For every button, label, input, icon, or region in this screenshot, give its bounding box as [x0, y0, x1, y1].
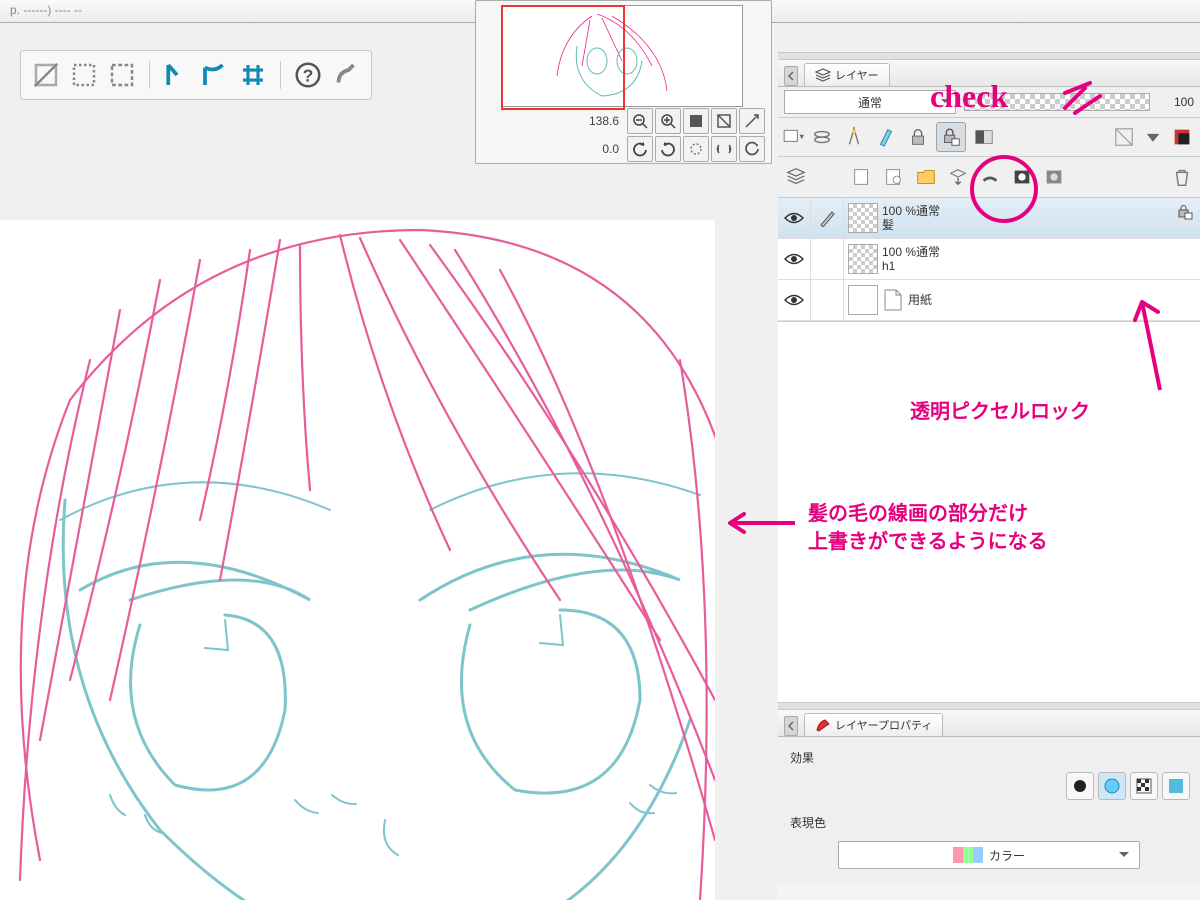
merge-down-button[interactable] — [976, 163, 1004, 191]
panel-grip[interactable] — [778, 702, 1200, 710]
rendering-label: 表現色 — [790, 814, 1190, 831]
layer-row-paper[interactable]: 用紙 — [778, 280, 1200, 321]
collapse-handle-icon[interactable] — [784, 66, 798, 86]
rotate-reset-button[interactable] — [683, 136, 709, 162]
tab-layer-property[interactable]: レイヤープロパティ — [804, 713, 943, 736]
new-vector-layer-button[interactable] — [880, 163, 908, 191]
new-folder-button[interactable] — [912, 163, 940, 191]
right-panel: レイヤー 通常 100 — [778, 52, 1200, 900]
panel-tab-row: レイヤー — [778, 60, 1200, 87]
property-tab-row: レイヤープロパティ — [778, 710, 1200, 737]
pattern-effect-button[interactable] — [1130, 772, 1158, 800]
navigator-panel: 138.6 0.0 — [475, 0, 772, 164]
layer-text: 100 %通常 髪 — [882, 204, 1200, 233]
grid-off-icon[interactable] — [31, 60, 61, 90]
visibility-toggle[interactable] — [778, 239, 811, 279]
canvas[interactable] — [0, 220, 715, 900]
top-toolbar: ? — [20, 50, 372, 100]
ruler-dropdown-icon[interactable] — [1142, 126, 1164, 148]
lock-transparent-pixels-button[interactable] — [936, 122, 966, 152]
brush-icon — [815, 718, 831, 732]
layer-row-h1[interactable]: 100 %通常 h1 — [778, 239, 1200, 280]
property-body: 効果 表現色 カラー — [778, 737, 1200, 883]
layers-icon — [815, 68, 831, 82]
navigator-viewport-frame[interactable] — [501, 5, 625, 110]
help-icon[interactable]: ? — [293, 60, 323, 90]
opacity-slider[interactable] — [964, 93, 1150, 111]
layer-list-empty-area[interactable] — [778, 322, 1200, 702]
snap-grid-icon[interactable] — [238, 60, 268, 90]
pen-slot[interactable] — [811, 280, 844, 320]
visibility-toggle[interactable] — [778, 198, 811, 238]
actual-size-button[interactable] — [739, 108, 765, 134]
rotation-value: 0.0 — [559, 142, 625, 156]
palette-dropdown-icon[interactable] — [782, 126, 804, 148]
layer-text: 用紙 — [904, 293, 1200, 307]
fit-screen-button[interactable] — [683, 108, 709, 134]
layer-thumbnail[interactable] — [848, 244, 878, 274]
zoom-in-button[interactable] — [655, 108, 681, 134]
delete-layer-button[interactable] — [1168, 163, 1196, 191]
grid-dashed-icon[interactable] — [107, 60, 137, 90]
tab-layer-label: レイヤー — [835, 67, 879, 83]
lock-layer-icon[interactable] — [904, 123, 932, 151]
active-layer-pen-icon[interactable] — [811, 198, 844, 238]
snap-parallel-icon[interactable] — [162, 60, 192, 90]
visibility-toggle[interactable] — [778, 280, 811, 320]
effect-label: 効果 — [790, 749, 1190, 766]
new-raster-layer-button[interactable] — [848, 163, 876, 191]
layers-stack-icon[interactable] — [782, 163, 810, 191]
grid-dots-icon[interactable] — [69, 60, 99, 90]
tone-effect-button[interactable] — [1098, 772, 1126, 800]
lock-indicator-icon — [1176, 202, 1194, 223]
rotate-right-button[interactable] — [655, 136, 681, 162]
layer-color-effect-button[interactable] — [1162, 772, 1190, 800]
navigator-thumbnail[interactable] — [501, 5, 743, 107]
blend-mode-row: 通常 100 — [778, 87, 1200, 118]
layer-thumbnail[interactable] — [848, 285, 878, 315]
rotate-left-button[interactable] — [627, 136, 653, 162]
layer-thumbnail[interactable] — [848, 203, 878, 233]
layer-color-icon[interactable] — [1168, 123, 1196, 151]
layer-list: 100 %通常 髪 100 %通常 h1 用紙 — [778, 198, 1200, 322]
pen-slot[interactable] — [811, 239, 844, 279]
ruler-visible-icon[interactable] — [1110, 123, 1138, 151]
enable-mask-icon[interactable] — [970, 123, 998, 151]
svg-text:?: ? — [303, 65, 314, 85]
collapse-handle-icon[interactable] — [784, 716, 798, 736]
paper-icon — [882, 287, 904, 313]
title-fragment: p. ------) ---- -- — [10, 3, 82, 17]
layer-text: 100 %通常 h1 — [882, 245, 1200, 274]
clip-mask-icon[interactable] — [808, 123, 836, 151]
tab-layer[interactable]: レイヤー — [804, 63, 890, 86]
transfer-down-button[interactable] — [944, 163, 972, 191]
tab-property-label: レイヤープロパティ — [835, 717, 932, 733]
zoom-value: 138.6 — [559, 114, 625, 128]
flip-horizontal-button[interactable] — [711, 136, 737, 162]
fit-width-button[interactable] — [711, 108, 737, 134]
assist-icon[interactable] — [331, 60, 361, 90]
draft-layer-icon[interactable] — [872, 123, 900, 151]
blend-mode-select[interactable]: 通常 — [784, 90, 956, 114]
opacity-value: 100 — [1158, 95, 1194, 109]
apply-mask-button[interactable] — [1040, 163, 1068, 191]
snap-perspective-icon[interactable] — [200, 60, 230, 90]
expression-color-select[interactable]: カラー — [838, 841, 1140, 869]
flip-reset-button[interactable] — [739, 136, 765, 162]
rgb-swatch-icon — [953, 847, 983, 863]
separator — [149, 61, 150, 89]
panel-grip[interactable] — [778, 52, 1200, 60]
reference-layer-icon[interactable] — [840, 123, 868, 151]
layer-row-hair[interactable]: 100 %通常 髪 — [778, 198, 1200, 239]
border-effect-button[interactable] — [1066, 772, 1094, 800]
layer-tool-row-2 — [778, 157, 1200, 198]
zoom-out-button[interactable] — [627, 108, 653, 134]
separator — [280, 61, 281, 89]
layer-tool-row-1 — [778, 118, 1200, 157]
create-mask-button[interactable] — [1008, 163, 1036, 191]
